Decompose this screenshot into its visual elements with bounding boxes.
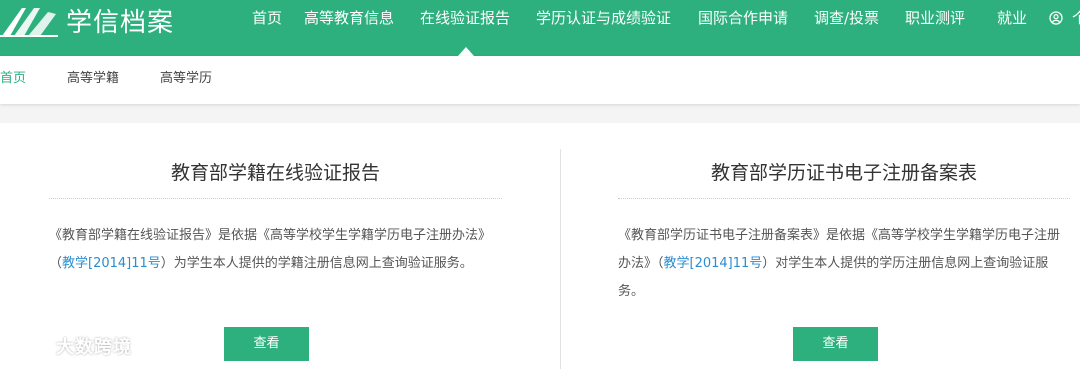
main-content: 教育部学籍在线验证报告 《教育部学籍在线验证报告》是依据《高等学校学生学籍学历电… [0,123,1080,369]
nav-survey-vote[interactable]: 调查/投票 [814,0,879,56]
nav-international-cooperation[interactable]: 国际合作申请 [698,0,788,56]
user-menu-label[interactable]: 个 [1072,0,1080,36]
watermark: 大数跨境 [8,333,132,359]
description-text: ）为学生本人提供的学籍注册信息网上查询验证服务。 [160,256,473,271]
regulation-link[interactable]: 教学[2014]11号 [664,256,763,271]
top-navigation-bar: 学信档案 首页 高等教育信息 在线验证报告 学历认证与成绩验证 国际合作申请 调… [0,0,1080,56]
book-logo-icon [0,8,58,37]
watermark-logo-icon [10,335,45,357]
regulation-link[interactable]: 教学[2014]11号 [62,256,161,271]
active-nav-caret [458,47,474,56]
view-degree-record-button[interactable]: 查看 [793,327,878,361]
view-enrollment-report-button[interactable]: 查看 [224,327,309,361]
nav-employment[interactable]: 就业 [997,0,1027,56]
subnav-home[interactable]: 首页 [0,56,26,104]
subnav-higher-degree[interactable]: 高等学历 [160,56,212,104]
subnav-higher-enrollment[interactable]: 高等学籍 [67,56,119,104]
nav-higher-education-info[interactable]: 高等教育信息 [304,0,394,56]
column-divider [560,149,561,369]
logo-text: 学信档案 [66,8,175,38]
nav-career-assessment[interactable]: 职业测评 [905,0,965,56]
nav-degree-certification[interactable]: 学历认证与成绩验证 [536,0,671,56]
user-icon[interactable] [1049,11,1063,25]
card-title: 教育部学历证书电子注册备案表 [711,162,978,184]
card-title: 教育部学籍在线验证报告 [171,162,381,184]
sub-navigation: 首页 高等学籍 高等学历 [0,56,1080,104]
watermark-text: 大数跨境 [56,337,132,358]
title-divider [618,198,1070,199]
nav-home[interactable]: 首页 [252,0,282,56]
card-description: 《教育部学籍在线验证报告》是依据《高等学校学生学籍学历电子注册办法》（教学[20… [49,222,502,278]
title-divider [49,198,502,199]
card-description: 《教育部学历证书电子注册备案表》是依据《高等学校学生学籍学历电子注册办法》（教学… [618,222,1070,306]
